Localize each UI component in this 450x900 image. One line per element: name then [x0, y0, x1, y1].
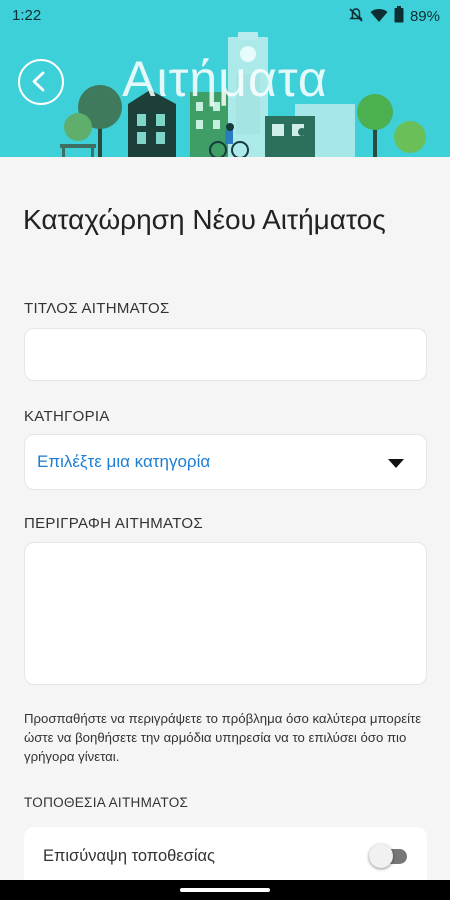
- attach-location-row[interactable]: Επισύναψη τοποθεσίας: [24, 827, 427, 887]
- mute-bell-icon: [348, 7, 364, 27]
- wifi-icon: [370, 7, 388, 27]
- app-header: Αιτήματα: [0, 32, 450, 157]
- caret-down-icon: [388, 459, 404, 468]
- title-label: ΤΙΤΛΟΣ ΑΙΤΗΜΑΤΟΣ: [24, 300, 170, 317]
- form-content: Καταχώρηση Νέου Αιτήματος ΤΙΤΛΟΣ ΑΙΤΗΜΑΤ…: [0, 157, 450, 887]
- description-textarea[interactable]: [24, 542, 427, 685]
- page-title: Καταχώρηση Νέου Αιτήματος: [23, 204, 386, 235]
- description-label: ΠΕΡΙΓΡΑΦΗ ΑΙΤΗΜΑΤΟΣ: [24, 515, 203, 532]
- location-label: ΤΟΠΟΘΕΣΙΑ ΑΙΤΗΜΑΤΟΣ: [24, 795, 189, 810]
- header-title: Αιτήματα: [122, 51, 328, 107]
- description-hint: Προσπαθήστε να περιγράψετε το πρόβλημα ό…: [24, 711, 422, 764]
- status-icons: 89%: [348, 6, 440, 27]
- status-bar: 1:22 89%: [0, 0, 450, 32]
- title-input[interactable]: [24, 328, 427, 381]
- category-dropdown[interactable]: Επιλέξτε μια κατηγορία: [24, 434, 427, 490]
- category-selected-value: Επιλέξτε μια κατηγορία: [37, 452, 211, 471]
- attach-location-toggle-thumb[interactable]: [369, 844, 393, 868]
- home-gesture-handle[interactable]: [180, 888, 270, 892]
- system-nav-bar: [0, 880, 450, 900]
- attach-location-label: Επισύναψη τοποθεσίας: [43, 847, 216, 865]
- category-label: ΚΑΤΗΓΟΡΙΑ: [24, 408, 110, 425]
- battery-icon: [394, 6, 404, 27]
- status-time: 1:22: [12, 7, 42, 24]
- battery-percent: 89%: [409, 8, 440, 25]
